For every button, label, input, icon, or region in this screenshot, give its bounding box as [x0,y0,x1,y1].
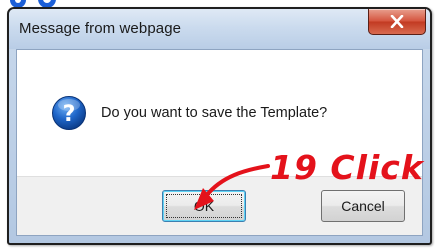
close-button[interactable] [368,9,426,35]
dialog-message: Do you want to save the Template? [101,105,328,121]
annotation-step-label: 19 Click [270,148,424,187]
dialog-body: ? Do you want to save the Template? OK C… [16,49,423,236]
cancel-button-label: Cancel [341,198,385,214]
question-icon: ? [52,96,86,130]
close-x-icon [390,15,404,28]
dialog-titlebar[interactable]: Message from webpage [9,9,430,49]
dialog-title: Message from webpage [19,20,182,37]
message-dialog: Message from webpage ? Do you want to sa… [7,7,432,245]
ok-button-label: OK [193,198,215,214]
svg-text:?: ? [63,102,76,127]
ok-button[interactable]: OK [162,190,246,222]
screenshot-stage: Message from webpage ? Do you want to sa… [0,0,435,249]
cancel-button[interactable]: Cancel [321,190,405,222]
message-row: ? Do you want to save the Template? [51,93,327,133]
